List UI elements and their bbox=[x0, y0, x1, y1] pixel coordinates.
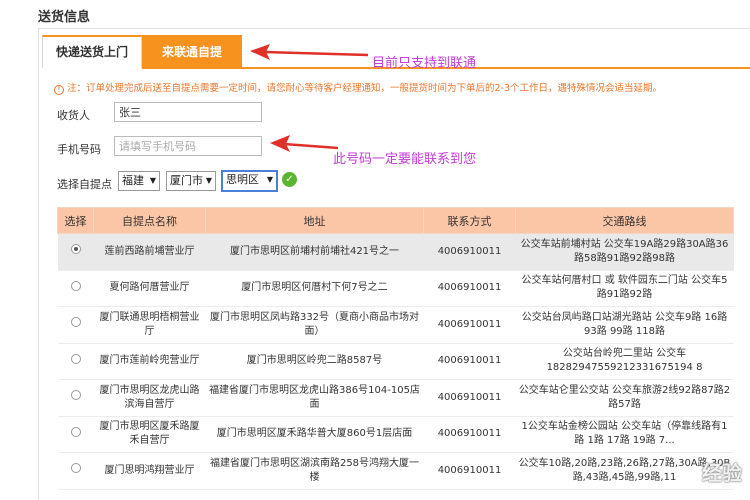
table-row[interactable]: 厦门联通思明梧桐营业厅 厦门市思明区凤屿路332号（夏商小商品市场对面） 400… bbox=[57, 306, 734, 344]
row-route: 公交车站前埔村站 公交车19A路29路30A路36路58路91路92路98路 bbox=[515, 233, 734, 271]
annotation-tab-note: 目前只支持到联通 bbox=[372, 56, 477, 71]
row-route: 公交站台凤屿路口站湖光路站 公交车9路 16路 93路 99路 118路 bbox=[515, 306, 734, 344]
top-divider bbox=[38, 28, 750, 29]
row-route: 公交站台岭兜二里站 公交车18282947559212331675194 8 bbox=[515, 343, 734, 380]
row-route: 公交车站何厝村口 或 软件园东二门站 公交车5路91路92路 bbox=[515, 270, 734, 307]
row-address: 福建省厦门市思明区龙虎山路386号104-105店面 bbox=[205, 379, 424, 417]
header-name: 自提点名称 bbox=[93, 207, 206, 234]
table-row[interactable]: 莲前西路前埔营业厅 厦门市思明区前埔村前埔社421号之一 4006910011 … bbox=[57, 233, 734, 271]
header-contact: 联系方式 bbox=[423, 207, 516, 234]
chevron-down-icon: ▼ bbox=[149, 176, 156, 185]
table-row[interactable]: 夏何路何厝营业厅 厦门市思明区何厝村下何7号之二 4006910011 公交车站… bbox=[57, 270, 734, 307]
radio-button[interactable] bbox=[70, 390, 81, 401]
left-divider bbox=[38, 28, 39, 500]
row-radio-cell[interactable] bbox=[57, 416, 94, 453]
recipient-label: 收货人 bbox=[57, 109, 90, 122]
pickup-label: 选择自提点 bbox=[57, 178, 112, 191]
row-address: 厦门市思明区何厝村下何7号之二 bbox=[205, 270, 424, 307]
notice-text: 注：订单处理完成后送至自提点需要一定时间，请您耐心等待客户经理通知，一般提货时间… bbox=[67, 83, 663, 94]
row-phone: 4006910011 bbox=[423, 233, 516, 271]
annotation-phone-note: 此号码一定要能联系到您 bbox=[333, 152, 477, 167]
district-value: 思明区 bbox=[226, 173, 259, 186]
row-address: 厦门市思明区厦禾路华普大厦860号1层店面 bbox=[205, 416, 424, 453]
row-name: 厦门联通思明梧桐营业厅 bbox=[93, 306, 206, 344]
watermark: 经验 bbox=[573, 450, 748, 498]
row-name: 厦门市思明区龙虎山路滨海自营厅 bbox=[93, 379, 206, 417]
header-address: 地址 bbox=[205, 207, 424, 234]
city-select[interactable]: 厦门市 ▼ bbox=[166, 171, 216, 191]
phone-label: 手机号码 bbox=[57, 143, 101, 156]
city-value: 厦门市 bbox=[170, 174, 203, 187]
province-value: 福建 bbox=[122, 174, 144, 187]
row-name: 夏何路何厝营业厅 bbox=[93, 270, 206, 307]
row-radio-cell[interactable] bbox=[57, 343, 94, 380]
tab-express-delivery[interactable]: 快递送货上门 bbox=[42, 35, 142, 68]
row-address: 福建省厦门市思明区湖滨南路258号鸿翔大厦一楼 bbox=[205, 452, 424, 490]
pickup-table: 选择 自提点名称 地址 联系方式 交通路线 莲前西路前埔营业厅 厦门市思明区前埔… bbox=[57, 207, 734, 490]
tab-self-pickup[interactable]: 来联通自提 bbox=[142, 35, 242, 68]
row-phone: 4006910011 bbox=[423, 379, 516, 417]
row-name: 莲前西路前埔营业厅 bbox=[93, 233, 206, 271]
header-route: 交通路线 bbox=[515, 207, 734, 234]
section-title: 送货信息 bbox=[38, 10, 91, 25]
row-radio-cell[interactable] bbox=[57, 233, 94, 271]
radio-button[interactable] bbox=[70, 280, 81, 291]
table-header: 选择 自提点名称 地址 联系方式 交通路线 bbox=[57, 207, 734, 234]
annotation-arrow-phone bbox=[270, 135, 339, 152]
row-radio-cell[interactable] bbox=[57, 306, 94, 344]
chevron-down-icon: ▼ bbox=[205, 176, 212, 185]
row-name: 厦门思明鸿翔营业厅 bbox=[93, 452, 206, 490]
row-radio-cell[interactable] bbox=[57, 379, 94, 417]
row-address: 厦门市思明区岭兜二路8587号 bbox=[205, 343, 424, 380]
row-phone: 4006910011 bbox=[423, 343, 516, 380]
delivery-tabs: 快递送货上门 来联通自提 bbox=[42, 35, 242, 68]
row-phone: 4006910011 bbox=[423, 416, 516, 453]
radio-button[interactable] bbox=[70, 463, 81, 474]
header-select: 选择 bbox=[57, 207, 94, 234]
table-row[interactable]: 厦门市莲前岭兜营业厅 厦门市思明区岭兜二路8587号 4006910011 公交… bbox=[57, 343, 734, 380]
province-select[interactable]: 福建 ▼ bbox=[118, 171, 160, 191]
chevron-down-icon: ▼ bbox=[266, 175, 273, 184]
phone-input[interactable] bbox=[114, 136, 262, 156]
row-route: 1公交车站金榜公园站 公交车站（停靠线路有1路 1路 17路 19路 7... bbox=[515, 416, 734, 453]
row-phone: 4006910011 bbox=[423, 270, 516, 307]
table-row[interactable]: 厦门市思明区龙虎山路滨海自营厅 福建省厦门市思明区龙虎山路386号104-105… bbox=[57, 379, 734, 417]
row-radio-cell[interactable] bbox=[57, 270, 94, 307]
row-phone: 4006910011 bbox=[423, 452, 516, 490]
row-route: 公交车站仑里公交站 公交车旅游2线92路87路2路57路 bbox=[515, 379, 734, 417]
check-icon: ✓ bbox=[282, 172, 297, 187]
row-radio-cell[interactable] bbox=[57, 452, 94, 490]
radio-button[interactable] bbox=[70, 353, 81, 364]
row-name: 厦门市莲前岭兜营业厅 bbox=[93, 343, 206, 380]
radio-button[interactable] bbox=[70, 244, 81, 255]
row-name: 厦门市思明区厦禾路厦禾自营厅 bbox=[93, 416, 206, 453]
radio-button[interactable] bbox=[70, 426, 81, 437]
annotation-arrow-tab bbox=[250, 44, 369, 60]
watermark-text: 经验 bbox=[702, 461, 742, 485]
row-address: 厦门市思明区前埔村前埔社421号之一 bbox=[205, 233, 424, 271]
warning-icon: ! bbox=[54, 85, 64, 95]
radio-button[interactable] bbox=[70, 317, 81, 328]
table-row[interactable]: 厦门市思明区厦禾路厦禾自营厅 厦门市思明区厦禾路华普大厦860号1层店面 400… bbox=[57, 416, 734, 453]
recipient-input[interactable] bbox=[114, 102, 262, 122]
row-phone: 4006910011 bbox=[423, 306, 516, 344]
pickup-notice: ! 注：订单处理完成后送至自提点需要一定时间，请您耐心等待客户经理通知，一般提货时… bbox=[54, 80, 662, 95]
row-address: 厦门市思明区凤屿路332号（夏商小商品市场对面） bbox=[205, 306, 424, 344]
district-select[interactable]: 思明区 ▼ bbox=[221, 170, 278, 192]
